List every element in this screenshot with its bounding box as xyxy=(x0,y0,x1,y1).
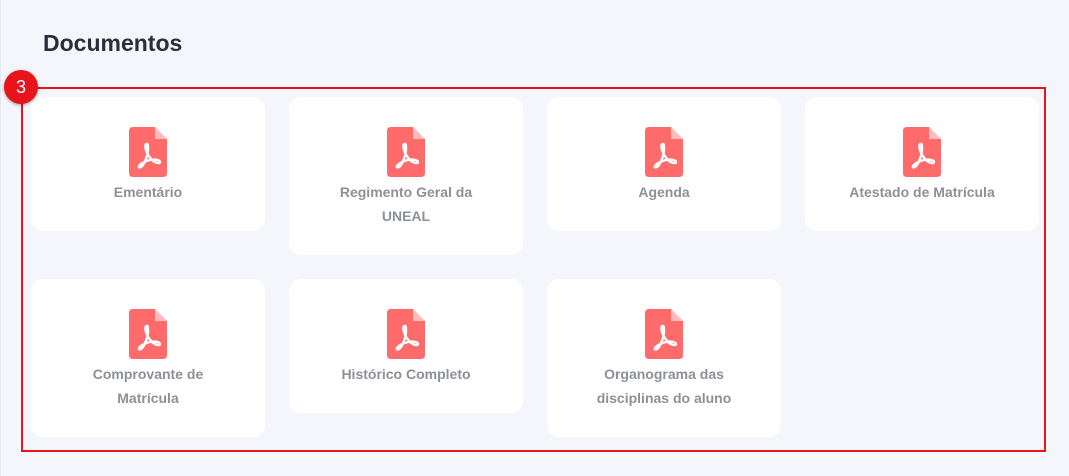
document-card-agenda[interactable]: Agenda xyxy=(547,97,781,231)
pdf-file-icon xyxy=(903,127,941,177)
document-card-historico-completo[interactable]: Histórico Completo xyxy=(289,279,523,413)
pdf-file-icon xyxy=(129,127,167,177)
document-label: Ementário xyxy=(113,184,183,200)
document-label: Agenda xyxy=(638,184,690,200)
pdf-file-icon xyxy=(645,309,683,359)
pdf-file-icon xyxy=(387,309,425,359)
page-title: Documentos xyxy=(43,30,183,56)
document-card-atestado-de-matricula[interactable]: Atestado de Matrícula xyxy=(805,97,1039,231)
document-label: Atestado de Matrícula xyxy=(849,184,995,200)
document-label: Organograma das disciplinas do aluno xyxy=(596,366,732,406)
left-edge-divider xyxy=(0,0,1,476)
document-card-comprovante-de-matricula[interactable]: Comprovante de Matrícula xyxy=(31,279,265,437)
document-card-ementario[interactable]: Ementário xyxy=(31,97,265,231)
document-card-organograma-das-disciplinas[interactable]: Organograma das disciplinas do aluno xyxy=(547,279,781,437)
step-badge: 3 xyxy=(4,70,38,104)
document-label: Histórico Completo xyxy=(341,366,471,382)
pdf-file-icon xyxy=(645,127,683,177)
pdf-file-icon xyxy=(387,127,425,177)
document-card-regimento-geral[interactable]: Regimento Geral da UNEAL xyxy=(289,97,523,255)
pdf-file-icon xyxy=(129,309,167,359)
document-label: Regimento Geral da UNEAL xyxy=(339,184,473,224)
document-label: Comprovante de Matrícula xyxy=(92,366,204,406)
